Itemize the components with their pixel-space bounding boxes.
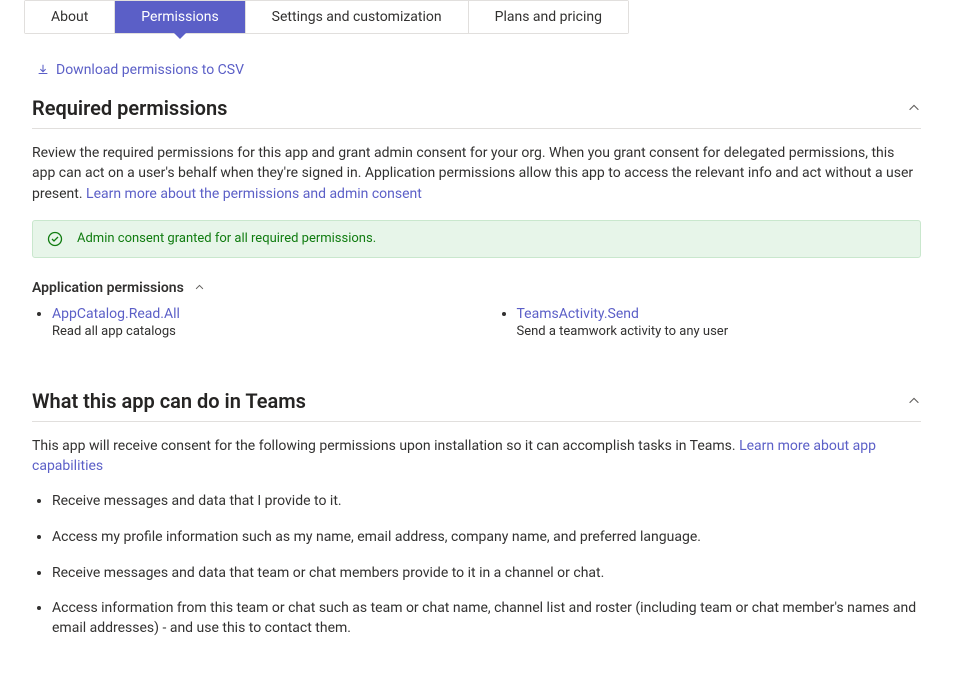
permission-item: TeamsActivity.Send Send a teamwork activ… [517, 306, 922, 339]
consent-banner: Admin consent granted for all required p… [32, 220, 921, 258]
permission-name-link[interactable]: TeamsActivity.Send [517, 306, 639, 322]
tab-settings[interactable]: Settings and customization [246, 1, 469, 33]
what-app-can-do-header: What this app can do in Teams [32, 389, 921, 422]
checkmark-circle-icon [47, 231, 63, 247]
capability-item: Receive messages and data that I provide… [52, 492, 921, 512]
what-app-can-do-title: What this app can do in Teams [32, 389, 306, 413]
consent-banner-text: Admin consent granted for all required p… [77, 231, 376, 246]
capabilities-list: Receive messages and data that I provide… [32, 492, 921, 638]
what-app-can-do-description: This app will receive consent for the fo… [32, 436, 921, 477]
download-icon [36, 63, 50, 77]
chevron-up-icon[interactable] [907, 394, 921, 408]
learn-more-permissions-link[interactable]: Learn more about the permissions and adm… [86, 186, 422, 202]
tab-plans[interactable]: Plans and pricing [469, 1, 628, 33]
application-permissions-list: AppCatalog.Read.All Read all app catalog… [32, 306, 921, 343]
required-permissions-title: Required permissions [32, 96, 227, 120]
tab-permissions[interactable]: Permissions [115, 1, 245, 33]
tab-about[interactable]: About [25, 1, 115, 33]
required-permissions-description: Review the required permissions for this… [32, 143, 921, 204]
tab-bar: About Permissions Settings and customiza… [24, 0, 629, 34]
chevron-up-icon[interactable] [194, 282, 205, 293]
permission-description: Send a teamwork activity to any user [517, 324, 922, 339]
chevron-up-icon[interactable] [907, 101, 921, 115]
permission-description: Read all app catalogs [52, 324, 457, 339]
permission-item: AppCatalog.Read.All Read all app catalog… [52, 306, 457, 339]
capability-item: Access information from this team or cha… [52, 599, 921, 638]
download-permissions-link[interactable]: Download permissions to CSV [36, 62, 244, 78]
application-permissions-header: Application permissions [32, 280, 921, 296]
required-permissions-header: Required permissions [32, 96, 921, 129]
capability-item: Receive messages and data that team or c… [52, 564, 921, 584]
capability-item: Access my profile information such as my… [52, 528, 921, 548]
application-permissions-title: Application permissions [32, 280, 184, 296]
permission-name-link[interactable]: AppCatalog.Read.All [52, 306, 180, 322]
download-permissions-label: Download permissions to CSV [56, 62, 244, 78]
